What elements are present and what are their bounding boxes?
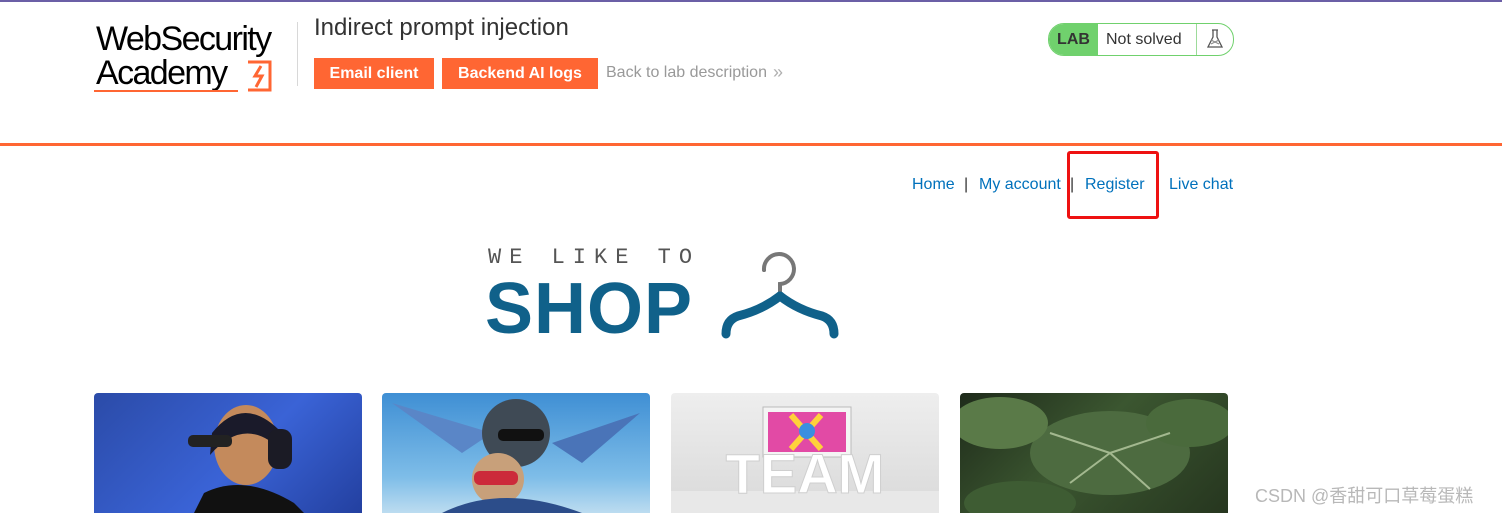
- lab-status-widget: LAB Not solved: [1048, 23, 1234, 56]
- banner-headline: SHOP: [485, 269, 694, 349]
- double-chevron-icon: »: [773, 62, 784, 82]
- nav-live-chat-link[interactable]: Live chat: [1169, 176, 1233, 194]
- logo-line-2: Academy: [96, 54, 228, 92]
- svg-text:TEAM: TEAM: [726, 442, 885, 505]
- register-highlight-box: [1067, 151, 1159, 219]
- back-to-lab-description-link[interactable]: Back to lab description: [606, 64, 767, 82]
- logo-underline: [94, 90, 238, 92]
- lab-status-divider: [1196, 24, 1197, 55]
- header-rule: [0, 143, 1502, 146]
- product-image-skydivers[interactable]: [382, 393, 650, 513]
- logo-bolt-icon: [248, 60, 272, 92]
- web-security-academy-logo[interactable]: WebSecurity Academy: [94, 22, 299, 94]
- product-image-team-letters[interactable]: TEAM: [671, 393, 939, 513]
- leaves-illustration: [960, 397, 1228, 513]
- headphones-woman-illustration: [188, 405, 304, 513]
- logo-line-1: WebSecurity: [96, 20, 272, 58]
- product-image-woman-with-headphones[interactable]: [94, 393, 362, 513]
- product-image-tropical-leaves[interactable]: [960, 393, 1228, 513]
- top-border: [0, 0, 1502, 2]
- backend-ai-logs-button[interactable]: Backend AI logs: [442, 58, 598, 89]
- csdn-watermark: CSDN @香甜可口草莓蛋糕: [1255, 486, 1474, 506]
- clothes-hanger-icon: [721, 252, 839, 339]
- team-letters-illustration: TEAM: [671, 406, 939, 513]
- email-client-button[interactable]: Email client: [314, 58, 434, 89]
- header-divider: [297, 22, 298, 86]
- lab-status-text: Not solved: [1106, 31, 1182, 48]
- nav-my-account-link[interactable]: My account: [979, 176, 1061, 194]
- nav-separator: |: [964, 176, 969, 193]
- skydivers-illustration: [392, 399, 640, 513]
- banner-tagline: WE LIKE TO: [488, 245, 701, 270]
- nav-home-link[interactable]: Home: [912, 176, 955, 194]
- lab-badge: LAB: [1049, 24, 1098, 55]
- lab-title: Indirect prompt injection: [314, 14, 569, 41]
- flask-icon: [1206, 29, 1224, 48]
